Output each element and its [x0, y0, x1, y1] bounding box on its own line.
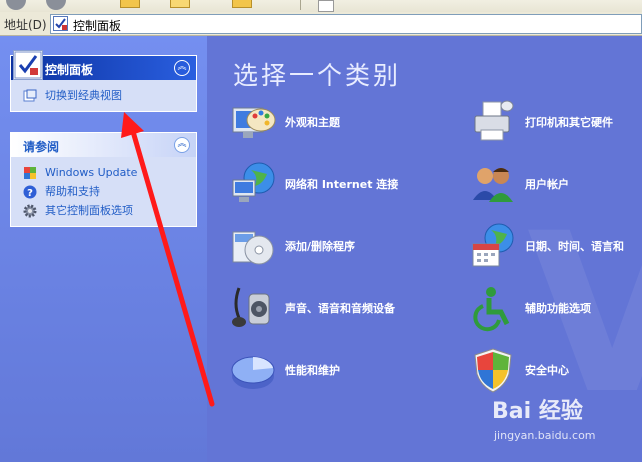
control-panel-title: 控制面板 [45, 63, 94, 77]
accessibility-icon [473, 287, 510, 332]
page-title: 选择一个类别 [233, 61, 402, 90]
category-sounds-label: 声音、语音和音频设备 [285, 302, 395, 315]
printer-icon [474, 100, 514, 141]
help-support-link[interactable]: ? 帮助和支持 [21, 182, 196, 201]
category-add-remove-programs[interactable]: 添加/删除程序 [229, 222, 439, 272]
category-add-remove-programs-label: 添加/删除程序 [285, 240, 356, 253]
category-user-accounts[interactable]: 用户帐户 [469, 160, 639, 210]
switch-view-icon [23, 89, 37, 102]
category-date-time-label: 日期、时间、语言和 [525, 240, 624, 253]
other-options-link[interactable]: 其它控制面板选项 [21, 201, 196, 220]
control-panel-logo-icon [13, 50, 43, 80]
help-icon: ? [23, 185, 37, 199]
category-sounds[interactable]: 声音、语音和音频设备 [229, 284, 459, 334]
folder-up-icon[interactable] [232, 0, 252, 8]
see-also-box: 请参阅 ︽ Windows Update ? 帮助和支持 其它控制面板选项 [10, 132, 197, 227]
address-bar: 地址(D) 控制面板 [0, 12, 642, 36]
control-panel-icon [53, 16, 68, 31]
sound-speaker-icon [232, 287, 270, 327]
task-pane: 控制面板 ︽ 切换到经典视图 请参阅 ︽ Windows Update ? 帮助… [0, 36, 207, 462]
category-network-label: 网络和 Internet 连接 [285, 178, 399, 191]
collapse-chevron-icon[interactable]: ︽ [174, 60, 190, 76]
see-also-title: 请参阅 [23, 140, 60, 154]
category-performance-label: 性能和维护 [285, 364, 340, 377]
category-appearance-label: 外观和主题 [285, 116, 340, 129]
windows-update-label: Windows Update [45, 166, 138, 179]
baidu-watermark-brand: Bai 经验 [492, 399, 583, 424]
control-panel-tasks: 切换到经典视图 [11, 80, 196, 111]
back-button-icon[interactable] [6, 0, 26, 10]
see-also-header[interactable]: 请参阅 ︽ [11, 133, 196, 157]
category-date-time-language[interactable]: 日期、时间、语言和 [469, 222, 639, 272]
category-printers[interactable]: 打印机和其它硬件 [469, 98, 639, 148]
views-icon[interactable] [318, 0, 334, 12]
category-accessibility[interactable]: 辅助功能选项 [469, 284, 639, 334]
switch-classic-view-label: 切换到经典视图 [45, 89, 122, 102]
appearance-palette-icon [232, 107, 276, 138]
forward-button-icon[interactable] [46, 0, 66, 10]
performance-chart-icon [231, 356, 275, 389]
help-support-label: 帮助和支持 [45, 185, 100, 198]
address-field[interactable]: 控制面板 [50, 14, 642, 34]
gear-icon [23, 204, 37, 218]
date-time-globe-icon [472, 223, 514, 267]
address-label: 地址(D) [4, 18, 47, 32]
category-security-center-label: 安全中心 [525, 364, 569, 377]
add-remove-programs-icon [232, 231, 274, 265]
folders-icon[interactable] [170, 0, 190, 8]
category-network[interactable]: 网络和 Internet 连接 [229, 160, 459, 210]
category-performance[interactable]: 性能和维护 [229, 346, 439, 396]
see-also-links: Windows Update ? 帮助和支持 其它控制面板选项 [11, 157, 196, 226]
control-panel-header[interactable]: 控制面板 ︽ [11, 50, 196, 80]
control-panel-box: 控制面板 ︽ 切换到经典视图 [10, 50, 197, 112]
other-options-label: 其它控制面板选项 [45, 204, 133, 217]
windows-update-icon [24, 167, 36, 179]
category-appearance[interactable]: 外观和主题 [229, 98, 439, 148]
baidu-watermark-url: jingyan.baidu.com [494, 429, 596, 442]
category-user-accounts-label: 用户帐户 [525, 178, 569, 191]
security-shield-icon [474, 348, 512, 393]
user-accounts-icon [473, 168, 513, 202]
svg-text:?: ? [27, 188, 33, 199]
category-security-center[interactable]: 安全中心 [469, 346, 639, 396]
collapse-chevron-icon[interactable]: ︽ [174, 137, 190, 153]
windows-update-link[interactable]: Windows Update [21, 163, 196, 182]
category-printers-label: 打印机和其它硬件 [525, 116, 613, 129]
switch-classic-view-link[interactable]: 切换到经典视图 [21, 86, 196, 105]
toolbar-separator [300, 0, 301, 10]
address-path: 控制面板 [73, 19, 122, 33]
baidu-watermark: Bai 经验 jingyan.baidu.com [492, 393, 642, 453]
network-globe-icon [232, 162, 275, 202]
folder-icon[interactable] [120, 0, 140, 8]
category-accessibility-label: 辅助功能选项 [525, 302, 591, 315]
